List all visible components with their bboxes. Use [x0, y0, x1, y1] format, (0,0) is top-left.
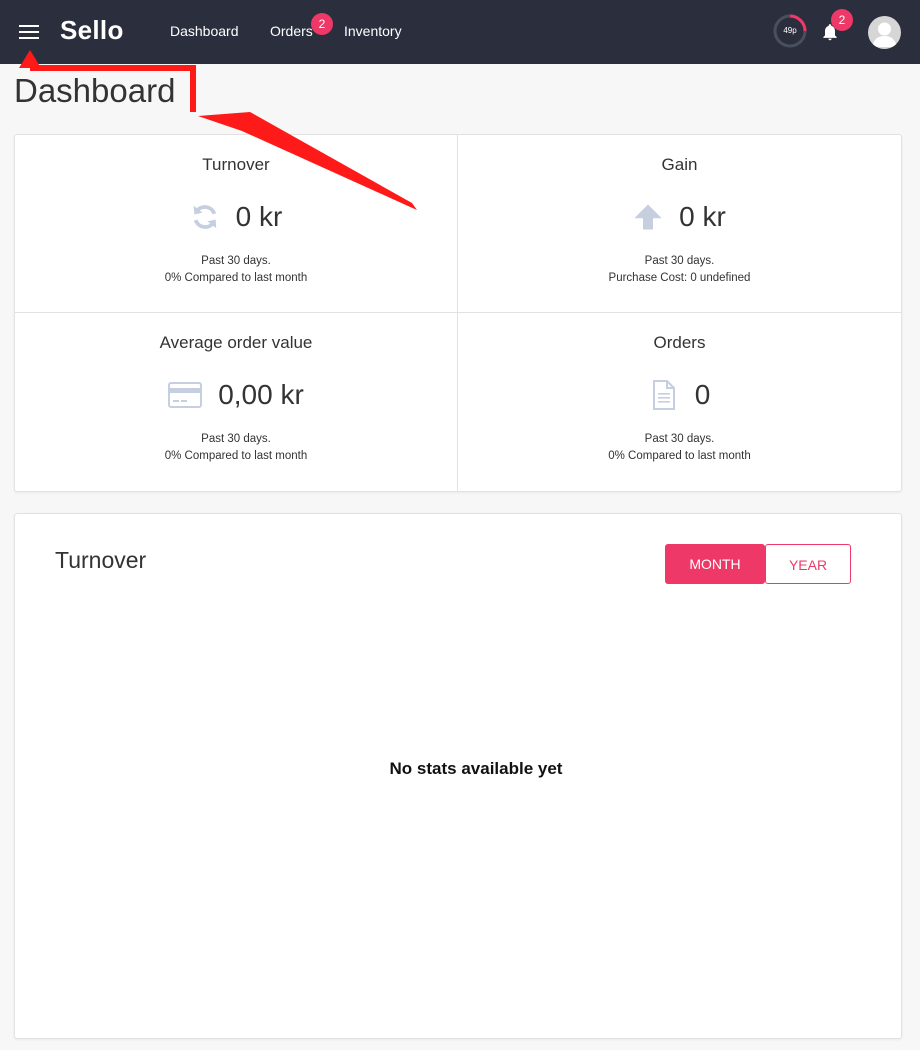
- stat-title: Average order value: [159, 333, 313, 352]
- stat-comparison: 0% Compared to last month: [608, 450, 751, 462]
- stat-value: 0: [694, 379, 711, 410]
- nav-orders[interactable]: Orders: [270, 23, 313, 39]
- nav-dashboard[interactable]: Dashboard: [170, 23, 239, 39]
- stat-period: Past 30 days.: [644, 433, 715, 445]
- stat-average-order-value: Average order value 0,00 kr Past 30 days…: [15, 313, 458, 491]
- stat-value: 0 kr: [235, 201, 283, 232]
- stat-comparison: 0% Compared to last month: [164, 272, 308, 284]
- stat-gain: Gain 0 kr Past 30 days. Purchase Cost: 0…: [458, 135, 901, 313]
- arrow-up-icon: [634, 204, 662, 230]
- credit-card-icon: [168, 382, 203, 408]
- document-icon: [652, 380, 675, 410]
- page-title: Dashboard: [14, 72, 176, 109]
- stat-period: Past 30 days.: [201, 255, 271, 267]
- top-navigation-bar: Sello Dashboard Orders 2 Inventory 49p 2: [0, 0, 920, 64]
- chart-title: Turnover: [55, 547, 147, 573]
- year-button[interactable]: YEAR: [765, 544, 851, 584]
- refresh-icon: [193, 205, 216, 229]
- stats-card: Turnover 0 kr Past 30 days. 0% Compared …: [14, 134, 902, 492]
- nav-inventory[interactable]: Inventory: [344, 23, 402, 39]
- stat-comparison: 0% Compared to last month: [164, 450, 308, 462]
- stat-period: Past 30 days.: [201, 433, 271, 445]
- stat-orders: Orders 0 Past 30 days. 0% Compared to la…: [458, 313, 901, 491]
- notifications-badge: 2: [831, 9, 853, 31]
- stat-title: Turnover: [202, 155, 270, 174]
- stat-title: Gain: [661, 155, 698, 174]
- usage-label: 49p: [783, 26, 797, 35]
- menu-icon[interactable]: [19, 24, 39, 40]
- stat-title: Orders: [653, 333, 706, 352]
- orders-count-badge: 2: [311, 13, 333, 35]
- user-avatar-icon[interactable]: [868, 16, 901, 49]
- stat-period: Past 30 days.: [644, 255, 715, 267]
- empty-stats-message: No stats available yet: [389, 759, 563, 778]
- turnover-chart-card: Turnover MONTH YEAR No stats available y…: [14, 513, 902, 1039]
- sello-logo[interactable]: Sello: [60, 15, 124, 46]
- stat-value: 0 kr: [679, 201, 726, 232]
- month-button[interactable]: MONTH: [665, 544, 765, 584]
- stat-value: 0,00 kr: [218, 379, 304, 410]
- stat-turnover: Turnover 0 kr Past 30 days. 0% Compared …: [15, 135, 458, 313]
- stat-purchase-cost: Purchase Cost: 0 undefined: [608, 272, 751, 284]
